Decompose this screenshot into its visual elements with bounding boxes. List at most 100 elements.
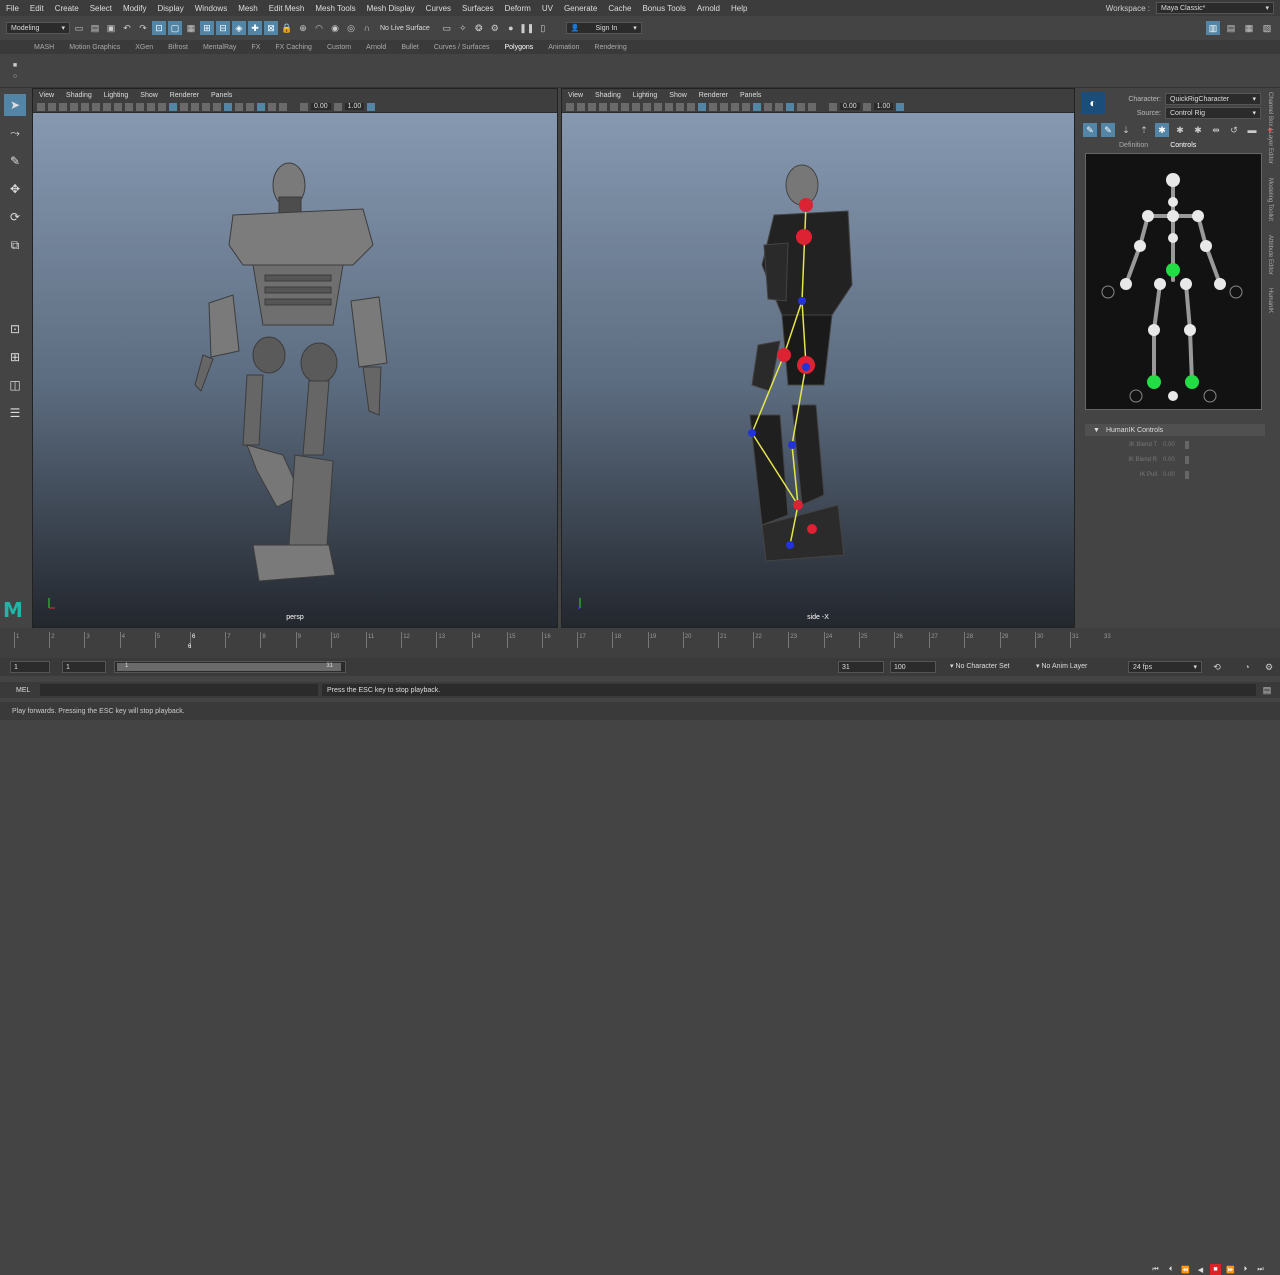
menu-mesh-tools[interactable]: Mesh Tools [315, 4, 355, 13]
viewport-menu-panels[interactable]: Panels [740, 92, 761, 99]
gamma-icon[interactable] [862, 102, 871, 111]
two-view-layout-icon[interactable]: ◫ [4, 374, 26, 396]
shelf-tab-curves-surfaces[interactable]: Curves / Surfaces [434, 44, 490, 51]
camera-attr-icon[interactable] [577, 102, 585, 111]
hypershade-icon[interactable]: ● [504, 21, 518, 35]
character-dropdown[interactable]: QuickRigCharacter ▾ [1165, 93, 1261, 105]
snap-point-icon[interactable]: ◉ [328, 21, 342, 35]
viewport-menu-panels[interactable]: Panels [211, 92, 232, 99]
aa-icon[interactable] [246, 102, 254, 111]
gamma-field[interactable]: 1.00 [344, 103, 365, 110]
aa-icon[interactable] [775, 102, 783, 111]
auto-key-icon[interactable]: ◔ [1240, 660, 1254, 674]
command-language-toggle[interactable]: MEL [16, 687, 30, 694]
side-viewport[interactable]: View Shading Lighting Show Renderer Panels 0.… [561, 88, 1075, 628]
viewport-menu-lighting[interactable]: Lighting [633, 92, 658, 99]
slider-ik-pull[interactable]: IK Pull 0.00 [1085, 468, 1265, 482]
menuset-dropdown[interactable]: Modeling ▾ [6, 22, 70, 34]
loop-icon[interactable]: ⟲ [1210, 660, 1224, 674]
shelf-tab-rendering[interactable]: Rendering [594, 44, 626, 51]
bookmark-icon[interactable] [59, 102, 67, 111]
viewport-menu-view[interactable]: View [39, 92, 54, 99]
side-tab-attribute-editor[interactable]: Attribute Editor [1267, 235, 1273, 275]
camera-select-icon[interactable] [566, 102, 574, 111]
time-slider[interactable]: 1 2 3 4 5 6 7 8 9 10 11 12 13 14 15 16 17 18 19 20 21 22 23 24 2… [0, 628, 1280, 1275]
grid-icon[interactable] [81, 102, 89, 111]
gamma-field[interactable]: 1.00 [873, 103, 894, 110]
play-backwards-icon[interactable]: ◀ [1195, 1264, 1206, 1275]
paint-select-icon[interactable]: ✎ [4, 150, 26, 172]
anim-layer-dropdown[interactable]: ▾ No Anim Layer [1036, 662, 1087, 670]
modeling-toolkit-icon[interactable]: ▥ [1206, 21, 1220, 35]
four-view-layout-icon[interactable]: ⊞ [4, 346, 26, 368]
menu-cache[interactable]: Cache [608, 4, 631, 13]
smooth-shade-icon[interactable] [698, 102, 706, 111]
lasso-tool-icon[interactable]: ⤳ [4, 122, 26, 144]
shelf-tab-polygons[interactable]: Polygons [504, 44, 533, 51]
menu-create[interactable]: Create [55, 4, 79, 13]
slider-value[interactable]: 0.00 [1163, 457, 1185, 463]
field-chart-icon[interactable] [125, 102, 133, 111]
select-tool-icon[interactable]: ➤ [4, 94, 26, 116]
shelf-tab-xgen[interactable]: XGen [135, 44, 153, 51]
menu-surfaces[interactable]: Surfaces [462, 4, 494, 13]
step-back-key-icon[interactable]: ⏪ [1180, 1264, 1191, 1275]
menu-edit[interactable]: Edit [30, 4, 44, 13]
slider-handle[interactable] [1185, 441, 1189, 449]
safe-action-icon[interactable] [136, 102, 144, 111]
side-tab-channel-box-layer-editor[interactable]: Channel Box / Layer Editor [1267, 92, 1273, 164]
slider-value[interactable]: 0.00 [1163, 472, 1185, 478]
snap-grid-icon[interactable]: ⊕ [296, 21, 310, 35]
viewport-menu-renderer[interactable]: Renderer [170, 92, 199, 99]
pin-both-icon[interactable]: ✱ [1191, 123, 1205, 137]
shelf-tab-bifrost[interactable]: Bifrost [168, 44, 188, 51]
shadows-icon[interactable] [213, 102, 221, 111]
viewport-menu-renderer[interactable]: Renderer [699, 92, 728, 99]
isolate-icon[interactable] [786, 102, 794, 111]
outliner-layout-icon[interactable]: ☰ [4, 402, 26, 424]
film-gate-icon[interactable] [621, 102, 629, 111]
fps-dropdown[interactable]: 24 fps ▾ [1128, 661, 1202, 673]
scene-end-field[interactable]: 100 [890, 661, 936, 673]
side-tab-humanik[interactable]: HumanIK [1267, 288, 1273, 313]
shelf-tab-arnold[interactable]: Arnold [366, 44, 386, 51]
resolution-gate-icon[interactable] [632, 102, 640, 111]
menu-mesh[interactable]: Mesh [238, 4, 258, 13]
select-hierarchy-icon[interactable]: ⊡ [152, 21, 166, 35]
viewport-menu-lighting[interactable]: Lighting [104, 92, 129, 99]
pick-mask-icon[interactable]: ⊞ [200, 21, 214, 35]
delete-icon[interactable]: ▬ [1245, 123, 1259, 137]
channel-box-icon[interactable]: ▧ [1260, 21, 1274, 35]
field-chart-icon[interactable] [654, 102, 662, 111]
viewport-menu-shading[interactable]: Shading [595, 92, 621, 99]
anim-prefs-icon[interactable]: ⚙ [1262, 660, 1276, 674]
menu-edit-mesh[interactable]: Edit Mesh [269, 4, 305, 13]
viewport-menu-show[interactable]: Show [140, 92, 158, 99]
textured-icon[interactable] [720, 102, 728, 111]
slider-handle[interactable] [1185, 471, 1189, 479]
range-bar[interactable]: 1 31 [114, 661, 346, 673]
stop-icon[interactable]: ■ [1210, 1264, 1221, 1275]
sign-in-dropdown[interactable]: 👤 Sign In ▾ [565, 22, 642, 34]
character-controls-view[interactable] [1085, 153, 1262, 410]
panel-icon[interactable]: ▯ [536, 21, 550, 35]
pick-mask-2-icon[interactable]: ⊟ [216, 21, 230, 35]
image-plane-icon[interactable] [599, 102, 607, 111]
snap-curve-icon[interactable]: ◠ [312, 21, 326, 35]
open-scene-icon[interactable]: ▤ [88, 21, 102, 35]
exposure-field[interactable]: 0.00 [311, 103, 331, 110]
go-to-start-icon[interactable]: ⏮ [1150, 1264, 1161, 1275]
menu-generate[interactable]: Generate [564, 4, 597, 13]
xray-joints-icon[interactable] [808, 102, 816, 111]
range-start-handle[interactable]: 1 [125, 663, 128, 671]
slider-value[interactable]: 0.00 [1163, 442, 1185, 448]
resolution-gate-icon[interactable] [103, 102, 111, 111]
scale-tool-icon[interactable]: ⧉ [4, 234, 26, 256]
ao-icon[interactable] [753, 102, 761, 111]
safe-title-icon[interactable] [147, 102, 155, 111]
viewport-menu-shading[interactable]: Shading [66, 92, 92, 99]
shelf-tab-fx-caching[interactable]: FX Caching [275, 44, 312, 51]
camera-attr-icon[interactable] [48, 102, 56, 111]
magnet-icon[interactable]: ∩ [360, 21, 374, 35]
xray-icon[interactable] [797, 102, 805, 111]
